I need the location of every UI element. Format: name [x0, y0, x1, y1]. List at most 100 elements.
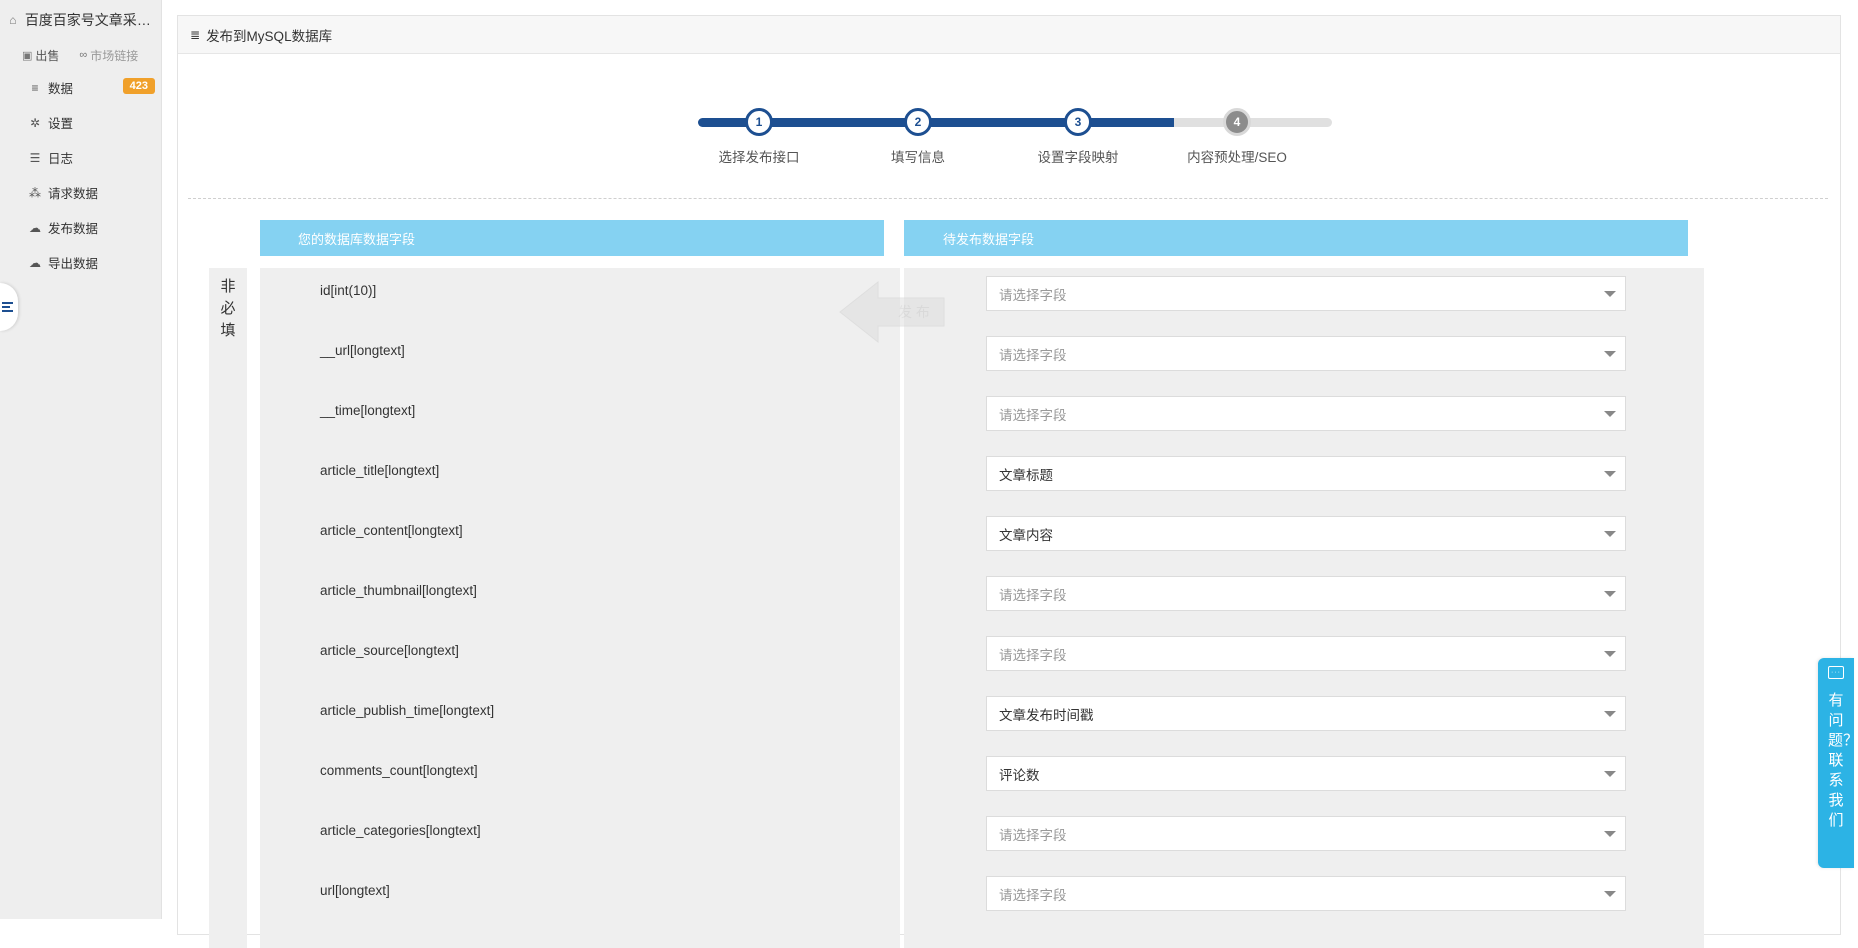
app-title[interactable]: ⌂ 百度百家号文章采集...: [0, 0, 161, 40]
chevron-down-icon: [1604, 411, 1616, 417]
mapping-row: article_thumbnail[longtext] 请选择字段: [260, 568, 1704, 628]
sidebar-item-label: 发布数据: [48, 222, 99, 236]
mapping-row: article_content[longtext] 文章内容: [260, 508, 1704, 568]
db-field-name: comments_count[longtext]: [320, 763, 478, 778]
link-icon: ∞: [79, 49, 88, 61]
db-field-name: article_thumbnail[longtext]: [320, 583, 477, 598]
chevron-down-icon: [1604, 531, 1616, 537]
sidebar-item-data[interactable]: ≡ 数据 423: [0, 70, 161, 105]
step-2-label: 填写信息: [891, 150, 945, 165]
sidebar-item-label: 数据: [48, 82, 74, 96]
sidebar-item-label: 设置: [48, 117, 74, 131]
side-label-char: 必: [220, 300, 236, 317]
step-3-label: 设置字段映射: [1037, 150, 1119, 165]
mapping-row: __time[longtext] 请选择字段: [260, 388, 1704, 448]
sell-link-label: 出售: [35, 48, 60, 63]
step-3-circle[interactable]: 3: [1064, 108, 1092, 136]
menu-icon: [2, 300, 13, 314]
field-select[interactable]: 文章标题: [986, 456, 1626, 491]
help-text: 有问题？联系我们: [1828, 692, 1858, 829]
sidebar-item-publish-data[interactable]: ☁ 发布数据: [0, 210, 161, 245]
sidebar-item-settings[interactable]: ✲ 设置: [0, 105, 161, 140]
sidebar-item-label: 日志: [48, 152, 74, 166]
sell-link[interactable]: ▣ 出售: [22, 47, 59, 64]
field-select[interactable]: 请选择字段: [986, 576, 1626, 611]
chevron-down-icon: [1604, 291, 1616, 297]
chevron-down-icon: [1604, 831, 1616, 837]
share-icon: ⁂: [29, 185, 41, 200]
field-select[interactable]: 文章内容: [986, 516, 1626, 551]
sidebar-item-log[interactable]: ☰ 日志: [0, 140, 161, 175]
field-select[interactable]: 请选择字段: [986, 276, 1626, 311]
chat-icon: ···: [1828, 666, 1844, 679]
sidebar-item-label: 导出数据: [48, 257, 99, 271]
mapping-row: article_title[longtext] 文章标题: [260, 448, 1704, 508]
mapping-row: article_publish_time[longtext] 文章发布时间戳: [260, 688, 1704, 748]
db-field-name: article_title[longtext]: [320, 463, 440, 478]
publish-panel: ≣ 发布到MySQL数据库 1 2 3 4 选择发布接口 填写信息 设置字段映射…: [177, 15, 1841, 948]
db-field-name: article_content[longtext]: [320, 523, 463, 538]
mapping-row: id[int(10)] 请选择字段: [260, 268, 1704, 328]
db-field-name: __time[longtext]: [320, 403, 416, 418]
field-select[interactable]: 文章发布时间戳: [986, 696, 1626, 731]
chevron-down-icon: [1604, 591, 1616, 597]
db-field-name: article_categories[longtext]: [320, 823, 481, 838]
sidebar-nav: ≡ 数据 423 ✲ 设置 ☰ 日志 ⁂ 请求数据 ☁ 发布数据 ☁ 导出数据: [0, 70, 161, 280]
side-label-char: 非: [220, 278, 236, 295]
field-select[interactable]: 请选择字段: [986, 336, 1626, 371]
chevron-down-icon: [1604, 471, 1616, 477]
publish-fields-header: 待发布数据字段: [904, 220, 1688, 256]
select-value: 请选择字段: [999, 647, 1067, 663]
market-link-label: 市场链接: [90, 48, 139, 63]
mapping-row: comments_count[longtext] 评论数: [260, 748, 1704, 808]
step-progress: 1 2 3 4 选择发布接口 填写信息 设置字段映射 内容预处理/SEO: [692, 88, 1332, 168]
step-1-label: 选择发布接口: [718, 150, 800, 165]
mapping-row: article_source[longtext] 请选择字段: [260, 628, 1704, 688]
db-field-name: id[int(10)]: [320, 283, 377, 298]
select-value: 文章标题: [999, 467, 1053, 483]
step-1-circle[interactable]: 1: [745, 108, 773, 136]
cloud-download-icon: ☁: [29, 255, 41, 270]
mapping-row: url[longtext] 请选择字段: [260, 868, 1704, 928]
sidebar-links: ▣ 出售 ∞ 市场链接: [0, 40, 161, 70]
select-value: 评论数: [999, 767, 1040, 783]
db-field-name: url[longtext]: [320, 883, 390, 898]
progress-track-remaining: [1174, 118, 1332, 127]
panel-title: 发布到MySQL数据库: [206, 28, 333, 44]
select-value: 请选择字段: [999, 887, 1067, 903]
mapping-row: __url[longtext] 请选择字段: [260, 328, 1704, 388]
sidebar: ⌂ 百度百家号文章采集... ▣ 出售 ∞ 市场链接 ≡ 数据 423 ✲ 设置…: [0, 0, 162, 919]
field-select[interactable]: 评论数: [986, 756, 1626, 791]
step-4-circle[interactable]: 4: [1223, 108, 1251, 136]
mapping-row: article_categories[longtext] 请选择字段: [260, 808, 1704, 868]
step-2-circle[interactable]: 2: [904, 108, 932, 136]
select-value: 请选择字段: [999, 827, 1067, 843]
gear-icon: ✲: [29, 115, 41, 130]
select-value: 请选择字段: [999, 287, 1067, 303]
data-count-badge: 423: [122, 78, 155, 94]
select-value: 请选择字段: [999, 347, 1067, 363]
field-select[interactable]: 请选择字段: [986, 396, 1626, 431]
database-icon: ≣: [190, 27, 201, 42]
field-mapping-list: id[int(10)] 请选择字段 __url[longtext] 请选择字段 …: [260, 268, 1704, 928]
help-contact-button[interactable]: ··· 有问题？联系我们: [1818, 658, 1858, 868]
market-link[interactable]: ∞ 市场链接: [79, 47, 138, 64]
divider: [188, 198, 1828, 199]
side-label-char: 填: [220, 322, 236, 339]
field-select[interactable]: 请选择字段: [986, 636, 1626, 671]
db-fields-header: 您的数据库数据字段: [260, 220, 884, 256]
select-value: 请选择字段: [999, 587, 1067, 603]
home-icon: ⌂: [9, 13, 17, 27]
chevron-down-icon: [1604, 651, 1616, 657]
step-4-label: 内容预处理/SEO: [1187, 150, 1287, 165]
sidebar-item-export-data[interactable]: ☁ 导出数据: [0, 245, 161, 280]
db-field-name: article_publish_time[longtext]: [320, 703, 495, 718]
field-select[interactable]: 请选择字段: [986, 876, 1626, 911]
panel-header: ≣ 发布到MySQL数据库: [178, 16, 1840, 54]
sidebar-item-request-data[interactable]: ⁂ 请求数据: [0, 175, 161, 210]
select-value: 请选择字段: [999, 407, 1067, 423]
chevron-down-icon: [1604, 711, 1616, 717]
db-field-name: article_source[longtext]: [320, 643, 459, 658]
sidebar-item-label: 请求数据: [48, 187, 99, 201]
field-select[interactable]: 请选择字段: [986, 816, 1626, 851]
